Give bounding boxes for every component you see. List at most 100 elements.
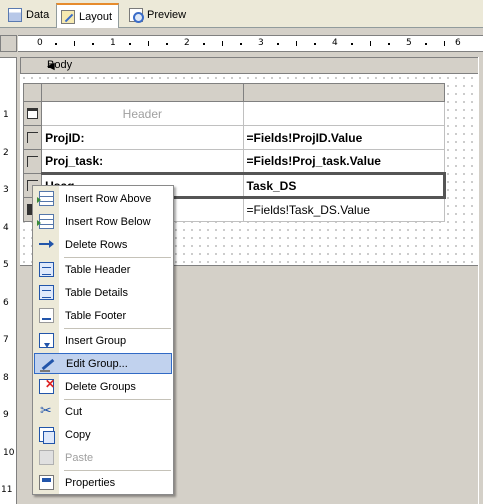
insert-group-icon — [39, 333, 54, 348]
table-cell[interactable]: =Fields!Proj_task.Value — [242, 149, 446, 174]
menu-item-edit-group[interactable]: Edit Group... — [34, 353, 172, 374]
cut-icon — [39, 402, 54, 419]
horizontal-ruler: 0 1 2 3 4 5 6 — [18, 35, 483, 52]
ruler-number: 1 — [110, 38, 116, 48]
ruler-number: 0 — [37, 38, 43, 48]
menu-item-table-header[interactable]: Table Header — [34, 259, 172, 280]
insert-row-below-icon — [37, 214, 54, 229]
table-row[interactable]: Proj_task: =Fields!Proj_task.Value — [22, 149, 446, 174]
table-details-icon — [39, 285, 54, 300]
row-handle-header[interactable] — [22, 101, 43, 126]
vruler-number: 9 — [3, 410, 9, 420]
ruler-dot — [351, 43, 353, 45]
group-row-icon — [27, 156, 38, 167]
vruler-number: 3 — [3, 185, 9, 195]
table-cell[interactable]: =Fields!Task_DS.Value — [242, 197, 446, 222]
vruler-number: 2 — [3, 148, 9, 158]
menu-item-label: Paste — [65, 451, 94, 464]
row-handle-group[interactable] — [22, 125, 43, 150]
menu-item-label: Edit Group... — [66, 357, 128, 370]
vruler-number: 11 — [1, 485, 13, 495]
ruler-dot — [203, 43, 205, 45]
menu-item-label: Table Footer — [65, 309, 127, 322]
table-header-row[interactable]: Header — [22, 101, 446, 126]
preview-icon — [129, 8, 144, 23]
menu-item-properties[interactable]: Properties — [34, 472, 172, 493]
vertical-ruler: 1 2 3 4 5 6 7 8 9 10 11 — [0, 57, 17, 504]
delete-groups-icon — [39, 377, 55, 394]
table-corner-handle[interactable] — [22, 83, 43, 102]
table-cell[interactable]: Header — [41, 101, 244, 126]
menu-separator — [64, 328, 171, 329]
vruler-number: 5 — [3, 260, 9, 270]
menu-item-cut[interactable]: Cut — [34, 401, 172, 422]
table-cell[interactable]: Proj_task: — [41, 149, 244, 174]
table-cell[interactable] — [242, 101, 446, 126]
menu-item-insert-group[interactable]: Insert Group — [34, 330, 172, 351]
context-menu: Insert Row Above Insert Row Below Delete… — [32, 185, 174, 495]
menu-item-label: Delete Groups — [65, 380, 136, 393]
ruler-tick — [370, 41, 371, 46]
ruler-dot — [92, 43, 94, 45]
vruler-number: 7 — [3, 335, 9, 345]
ruler-tick — [444, 41, 445, 46]
menu-item-insert-row-below[interactable]: Insert Row Below — [34, 211, 172, 232]
vruler-number: 1 — [3, 110, 9, 120]
vruler-number: 8 — [3, 373, 9, 383]
table-row[interactable]: ProjID: =Fields!ProjID.Value — [22, 125, 446, 150]
menu-item-delete-groups[interactable]: Delete Groups — [34, 376, 172, 397]
insert-row-above-icon — [37, 191, 54, 206]
ruler-dot — [388, 43, 390, 45]
menu-item-label: Copy — [65, 428, 91, 441]
ruler-tick — [74, 41, 75, 46]
ruler-number: 3 — [258, 38, 264, 48]
row-handle-group[interactable] — [22, 149, 43, 174]
data-icon — [8, 8, 22, 22]
table-column-handles — [22, 83, 446, 102]
table-cell[interactable]: =Fields!ProjID.Value — [242, 125, 446, 150]
tab-data[interactable]: Data — [4, 4, 55, 26]
menu-item-paste[interactable]: Paste — [34, 447, 172, 468]
ruler-tick — [148, 41, 149, 46]
ruler-number: 4 — [332, 38, 338, 48]
paste-icon — [39, 450, 54, 465]
table-header-icon — [39, 262, 54, 277]
tab-preview-label: Preview — [147, 9, 187, 21]
ruler-tick — [296, 41, 297, 46]
table-cell[interactable]: ProjID: — [41, 125, 244, 150]
properties-icon — [39, 475, 54, 490]
ruler-dot — [314, 43, 316, 45]
delete-rows-icon — [39, 237, 54, 252]
menu-item-copy[interactable]: Copy — [34, 424, 172, 445]
body-section-header[interactable]: ◀ Body — [20, 57, 483, 74]
ruler-corner — [0, 35, 17, 52]
menu-separator — [64, 257, 171, 258]
vruler-number: 4 — [3, 223, 9, 233]
menu-item-label: Delete Rows — [65, 238, 128, 251]
menu-item-label: Properties — [65, 476, 116, 489]
vruler-number: 6 — [3, 298, 9, 308]
tab-preview[interactable]: Preview — [125, 4, 192, 26]
group-row-icon — [27, 132, 38, 143]
menu-item-label: Insert Row Above — [65, 192, 152, 205]
menu-item-insert-row-above[interactable]: Insert Row Above — [34, 188, 172, 209]
copy-icon — [39, 427, 55, 444]
vertical-scrollbar[interactable] — [478, 57, 483, 504]
menu-item-label: Table Details — [65, 286, 128, 299]
ruler-dot — [129, 43, 131, 45]
edit-group-icon — [40, 357, 55, 372]
arrow-left-icon: ◀ — [47, 61, 55, 72]
ruler-dot — [166, 43, 168, 45]
ruler-tick — [222, 41, 223, 46]
table-cell[interactable]: Task_DS — [242, 172, 447, 199]
tab-layout[interactable]: Layout — [56, 3, 120, 28]
menu-item-delete-rows[interactable]: Delete Rows — [34, 234, 172, 255]
menu-item-table-footer[interactable]: Table Footer — [34, 305, 172, 326]
ruler-dot — [425, 43, 427, 45]
menu-item-label: Insert Row Below — [65, 215, 151, 228]
tab-layout-label: Layout — [79, 10, 113, 23]
tab-data-label: Data — [26, 9, 50, 21]
menu-item-table-details[interactable]: Table Details — [34, 282, 172, 303]
column-handle[interactable] — [41, 83, 244, 102]
column-handle[interactable] — [242, 83, 446, 102]
